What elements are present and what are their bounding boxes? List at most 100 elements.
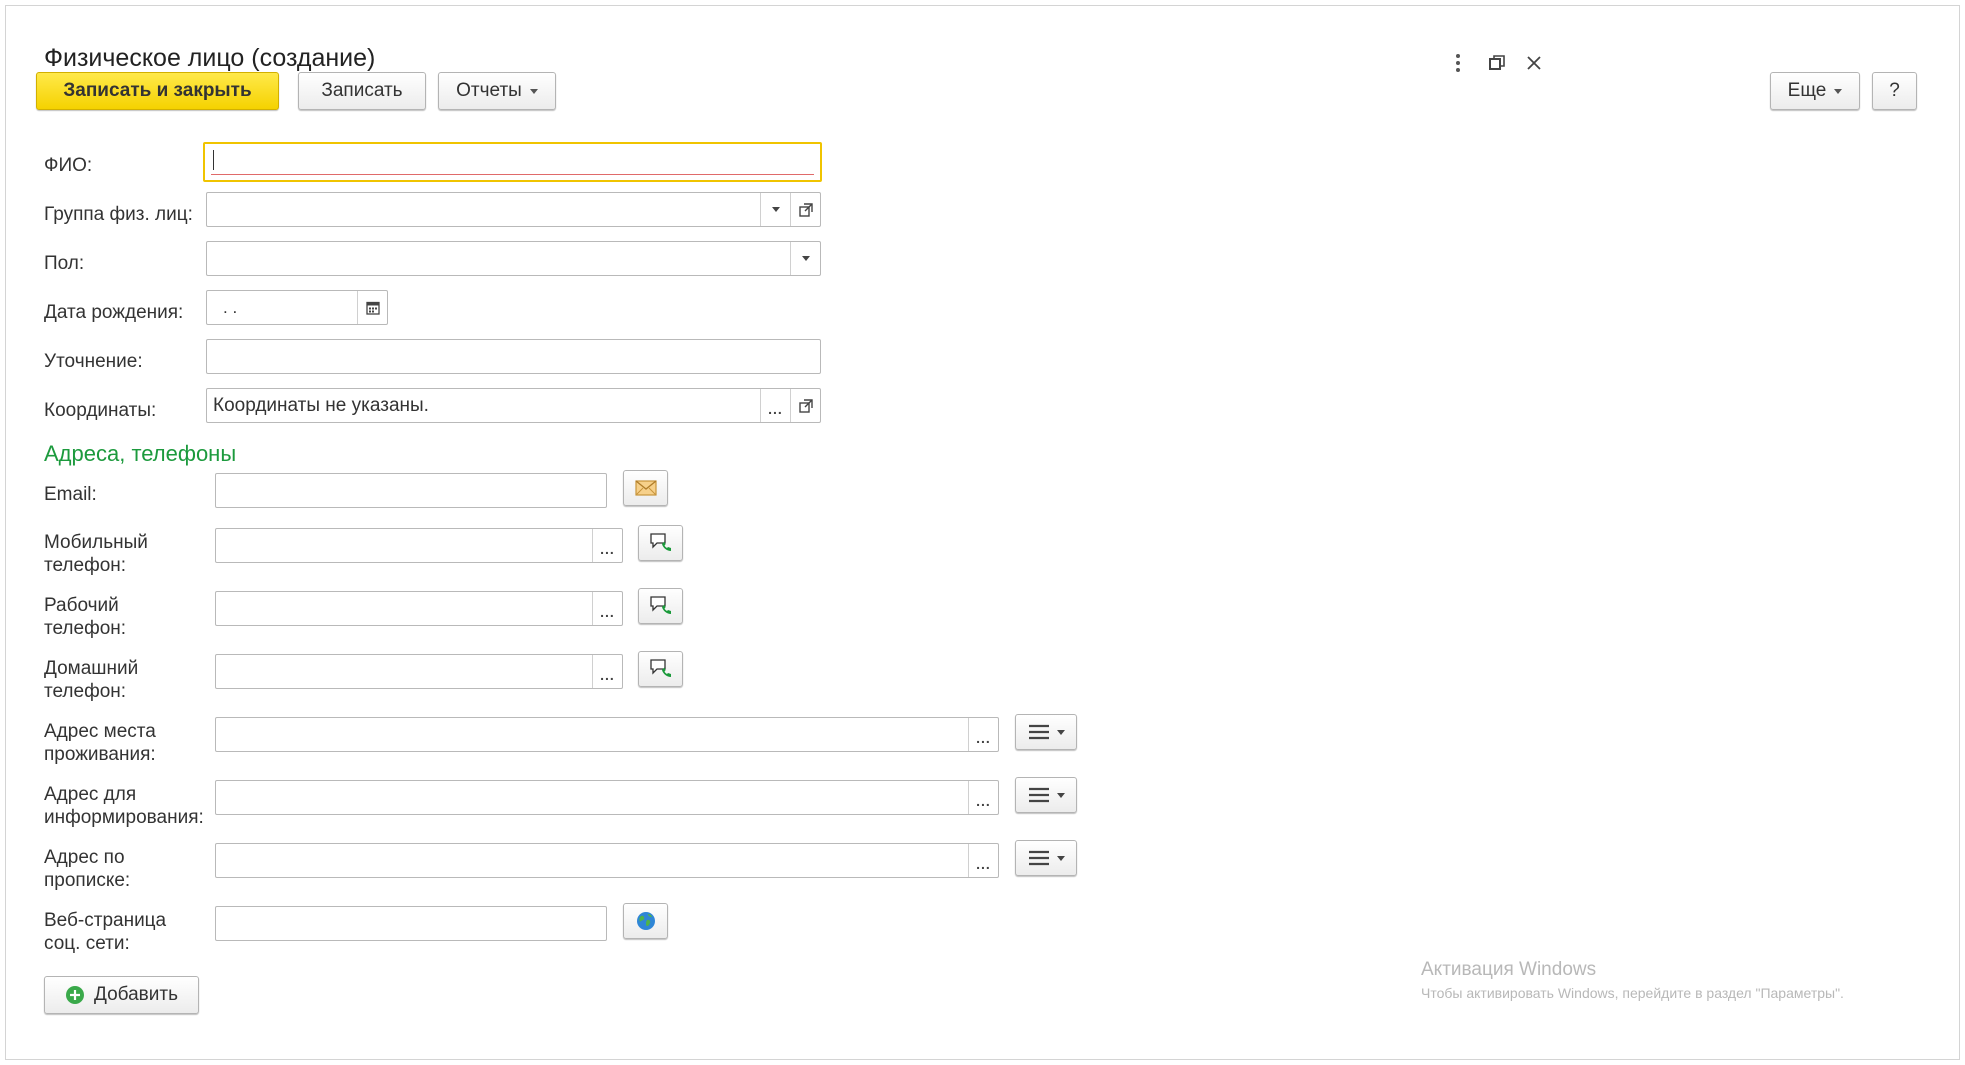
add-contact-label: Добавить xyxy=(94,984,178,1005)
gender-select[interactable] xyxy=(206,241,821,276)
birthdate-input[interactable]: . . xyxy=(206,290,388,325)
registration-address-field[interactable]: ... xyxy=(215,843,999,878)
home-label-line2: телефон: xyxy=(44,681,127,702)
more-label: Еще xyxy=(1787,80,1827,101)
gender-label: Пол: xyxy=(44,253,85,274)
chevron-down-icon xyxy=(801,256,810,261)
call-work-button[interactable] xyxy=(638,588,683,624)
residence-label-line1: Адрес места xyxy=(44,721,156,742)
open-form-icon[interactable] xyxy=(790,389,820,422)
fio-label: ФИО: xyxy=(44,155,93,176)
registration-address-menu-button[interactable] xyxy=(1015,840,1077,876)
windows-activation-text: Чтобы активировать Windows, перейдите в … xyxy=(1421,985,1844,1001)
save-label: Записать xyxy=(321,80,403,101)
info-address-label-line1: Адрес для xyxy=(44,784,137,805)
email-field[interactable] xyxy=(215,473,607,508)
registration-label-line1: Адрес по xyxy=(44,847,125,868)
work-phone-field[interactable]: ... xyxy=(215,591,623,626)
registration-label-line2: прописке: xyxy=(44,870,131,891)
help-label: ? xyxy=(1889,80,1900,101)
open-form-icon[interactable] xyxy=(790,193,820,226)
info-address-label-line2: информирования: xyxy=(44,807,204,828)
home-label-line1: Домашний xyxy=(44,658,139,679)
call-mobile-button[interactable] xyxy=(638,525,683,561)
ellipsis-icon: ... xyxy=(976,855,991,872)
ellipsis-icon: ... xyxy=(768,400,783,417)
dropdown-button[interactable] xyxy=(790,242,820,275)
birthdate-label: Дата рождения: xyxy=(44,302,184,323)
window-title: Физическое лицо (создание) xyxy=(44,44,376,72)
mobile-label: Мобильный телефон: xyxy=(44,531,148,577)
social-label: Веб-страница соц. сети: xyxy=(44,909,166,955)
work-label-line1: Рабочий xyxy=(44,595,119,616)
phone-call-icon xyxy=(649,659,671,677)
form-window: Физическое лицо (создание) Записать и за… xyxy=(5,5,1960,1060)
save-and-close-button[interactable]: Записать и закрыть xyxy=(36,72,279,110)
clarification-input[interactable] xyxy=(206,339,821,374)
chevron-down-icon xyxy=(1056,855,1065,861)
ellipsis-icon: ... xyxy=(976,729,991,746)
more-button[interactable]: Еще xyxy=(1770,72,1860,110)
close-icon[interactable] xyxy=(1519,48,1549,78)
chevron-down-icon xyxy=(529,88,538,94)
home-label: Домашний телефон: xyxy=(44,657,138,703)
text-cursor xyxy=(213,150,214,170)
mobile-label-line2: телефон: xyxy=(44,555,127,576)
social-label-line1: Веб-страница xyxy=(44,910,167,931)
mobile-label-line1: Мобильный xyxy=(44,532,148,553)
email-label: Email: xyxy=(44,484,97,505)
restore-window-icon[interactable] xyxy=(1482,48,1512,78)
add-contact-button[interactable]: Добавить xyxy=(44,976,199,1014)
ellipsis-icon: ... xyxy=(600,540,615,557)
save-button[interactable]: Записать xyxy=(298,72,426,110)
clarification-label: Уточнение: xyxy=(44,351,143,372)
info-address-menu-button[interactable] xyxy=(1015,777,1077,813)
residence-address-field[interactable]: ... xyxy=(215,717,999,752)
section-title: Адреса, телефоны xyxy=(44,441,237,466)
chevron-down-icon xyxy=(1056,729,1065,735)
residence-address-menu-button[interactable] xyxy=(1015,714,1077,750)
ellipsis-icon: ... xyxy=(976,792,991,809)
select-button[interactable]: ... xyxy=(968,781,998,814)
select-button[interactable]: ... xyxy=(968,718,998,751)
windows-activation-title: Активация Windows xyxy=(1421,959,1597,980)
kebab-menu-icon[interactable] xyxy=(1443,48,1473,78)
home-phone-field[interactable]: ... xyxy=(215,654,623,689)
social-label-line2: соц. сети: xyxy=(44,933,130,954)
open-web-page-button[interactable] xyxy=(623,903,668,939)
help-button[interactable]: ? xyxy=(1872,72,1917,110)
select-button[interactable]: ... xyxy=(760,389,790,422)
chevron-down-icon xyxy=(1834,88,1843,94)
dropdown-button[interactable] xyxy=(760,193,790,226)
calendar-icon[interactable] xyxy=(357,291,387,324)
residence-label: Адрес места проживания: xyxy=(44,720,156,766)
coords-input[interactable]: Координаты не указаны. ... xyxy=(206,388,821,423)
chevron-down-icon xyxy=(771,207,780,212)
select-button[interactable]: ... xyxy=(968,844,998,877)
info-address-label: Адрес для информирования: xyxy=(44,783,204,829)
select-button[interactable]: ... xyxy=(592,529,622,562)
work-label-line2: телефон: xyxy=(44,618,127,639)
select-button[interactable]: ... xyxy=(592,592,622,625)
social-page-field[interactable] xyxy=(215,906,607,941)
mail-icon xyxy=(634,480,657,496)
select-button[interactable]: ... xyxy=(592,655,622,688)
reports-button[interactable]: Отчеты xyxy=(438,72,556,110)
ellipsis-icon: ... xyxy=(600,603,615,620)
list-menu-icon xyxy=(1028,787,1049,803)
birthdate-value: . . xyxy=(223,297,238,317)
call-home-button[interactable] xyxy=(638,651,683,687)
info-address-field[interactable]: ... xyxy=(215,780,999,815)
list-menu-icon xyxy=(1028,724,1049,740)
required-underline xyxy=(211,174,814,175)
group-select[interactable] xyxy=(206,192,821,227)
send-email-button[interactable] xyxy=(623,470,668,506)
plus-circle-icon xyxy=(66,986,84,1004)
phone-call-icon xyxy=(649,533,671,551)
chevron-down-icon xyxy=(1056,792,1065,798)
fio-input[interactable] xyxy=(203,142,822,182)
residence-label-line2: проживания: xyxy=(44,744,156,765)
coords-value: Координаты не указаны. xyxy=(213,394,429,416)
coords-label: Координаты: xyxy=(44,400,157,421)
mobile-phone-field[interactable]: ... xyxy=(215,528,623,563)
